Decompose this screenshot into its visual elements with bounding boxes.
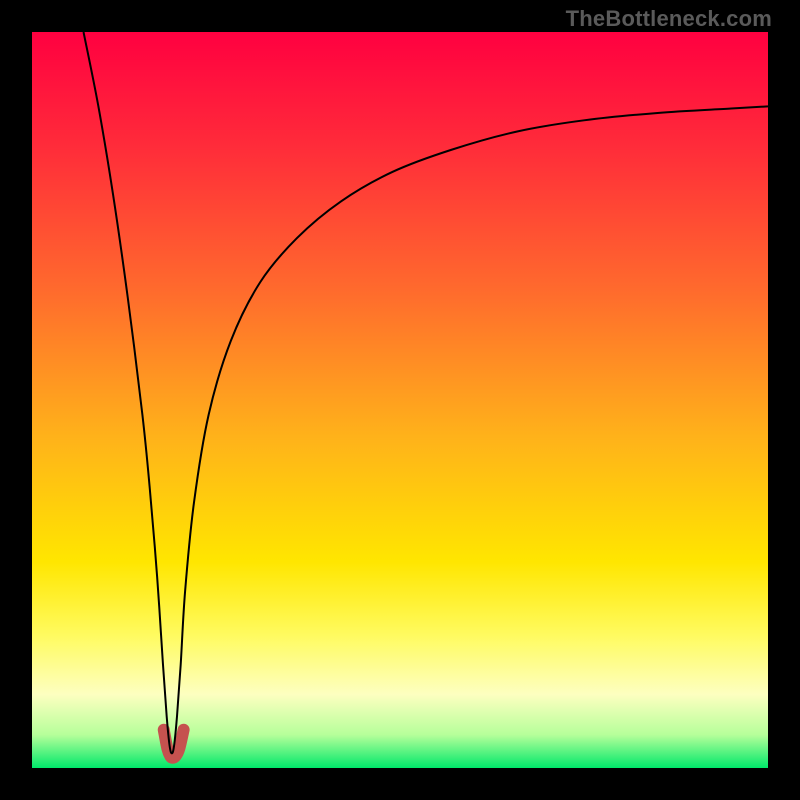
- curve-layer: [32, 32, 768, 768]
- attribution-text: TheBottleneck.com: [566, 6, 772, 32]
- bottleneck-curve: [84, 32, 768, 753]
- plot-area: [32, 32, 768, 768]
- chart-frame: TheBottleneck.com: [0, 0, 800, 800]
